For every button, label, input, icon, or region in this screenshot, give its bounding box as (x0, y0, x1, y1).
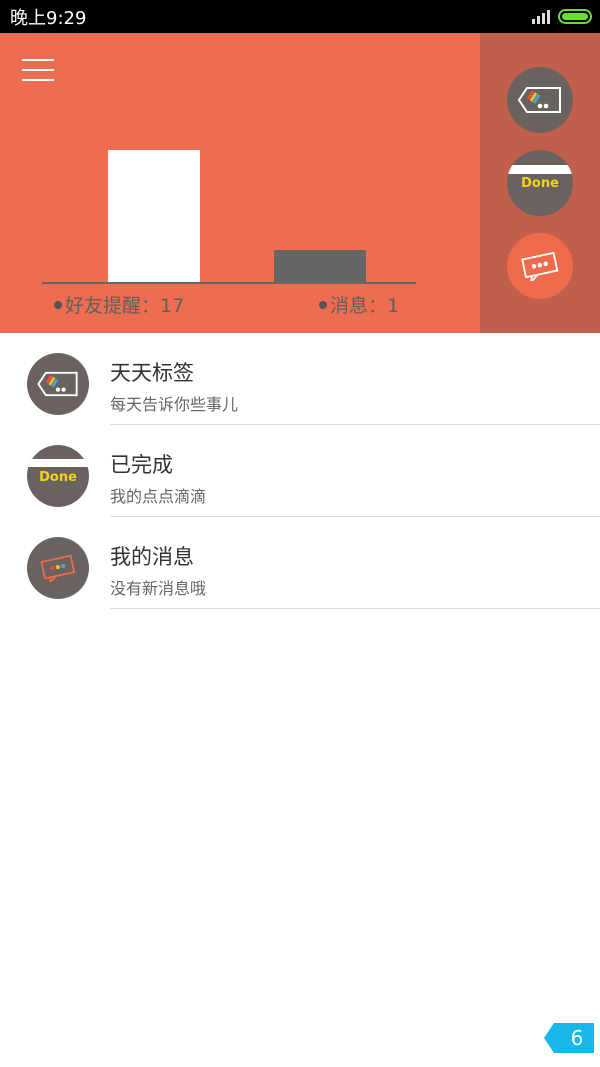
done-icon-text: Done (39, 469, 77, 485)
list-item-done[interactable]: Done 已完成 我的点点滴滴 (0, 425, 600, 517)
message-avatar (27, 537, 89, 599)
list-item-subtitle: 每天告诉你些事儿 (110, 395, 239, 414)
status-icons (532, 9, 592, 24)
done-icon: Done (27, 445, 89, 507)
status-time: 晚上9:29 (10, 7, 87, 29)
list-item-title: 我的消息 (110, 545, 194, 569)
list-item-text: 我的消息 没有新消息哦 (110, 517, 600, 609)
tag-icon (517, 87, 561, 113)
side-panel: Done (480, 33, 600, 333)
tag-avatar (27, 353, 89, 415)
bar-0 (108, 150, 200, 283)
header: 好友提醒：17 消息：1 Done (0, 33, 600, 333)
status-bar: 晚上9:29 (0, 0, 600, 33)
menu-list: 天天标签 每天告诉你些事儿 Done 已完成 我的点点滴滴 我的消息 没有新消息… (0, 333, 600, 609)
message-icon (521, 251, 559, 281)
signal-icon (532, 9, 550, 24)
list-item-subtitle: 我的点点滴滴 (110, 487, 207, 506)
list-item-tags[interactable]: 天天标签 每天告诉你些事儿 (0, 333, 600, 425)
done-avatar: Done (27, 445, 89, 507)
chart-label-friends: 好友提醒：17 (54, 291, 184, 318)
chart-label-messages: 消息：1 (319, 291, 399, 318)
tag-icon (37, 371, 78, 397)
friends-label-text: 好友提醒：17 (65, 295, 185, 317)
messages-label-text: 消息：1 (330, 295, 400, 317)
bar-1 (274, 250, 366, 283)
side-tag-button[interactable] (507, 67, 573, 133)
bullet-icon (319, 300, 327, 309)
message-icon (40, 554, 76, 582)
list-item-text: 已完成 我的点点滴滴 (110, 425, 600, 517)
list-item-text: 天天标签 每天告诉你些事儿 (110, 333, 600, 425)
side-message-button[interactable] (507, 233, 573, 299)
list-item-title: 已完成 (110, 453, 173, 477)
count-badge[interactable]: 6 (544, 1023, 594, 1053)
done-icon-text: Done (521, 176, 559, 192)
list-item-subtitle: 没有新消息哦 (110, 579, 207, 598)
stats-chart (42, 150, 416, 284)
list-item-title: 天天标签 (110, 361, 194, 385)
side-done-button[interactable]: Done (507, 150, 573, 216)
battery-icon (558, 9, 592, 24)
badge-count: 6 (570, 1026, 584, 1050)
bullet-icon (54, 300, 62, 309)
done-icon: Done (507, 150, 573, 216)
list-item-messages[interactable]: 我的消息 没有新消息哦 (0, 517, 600, 609)
